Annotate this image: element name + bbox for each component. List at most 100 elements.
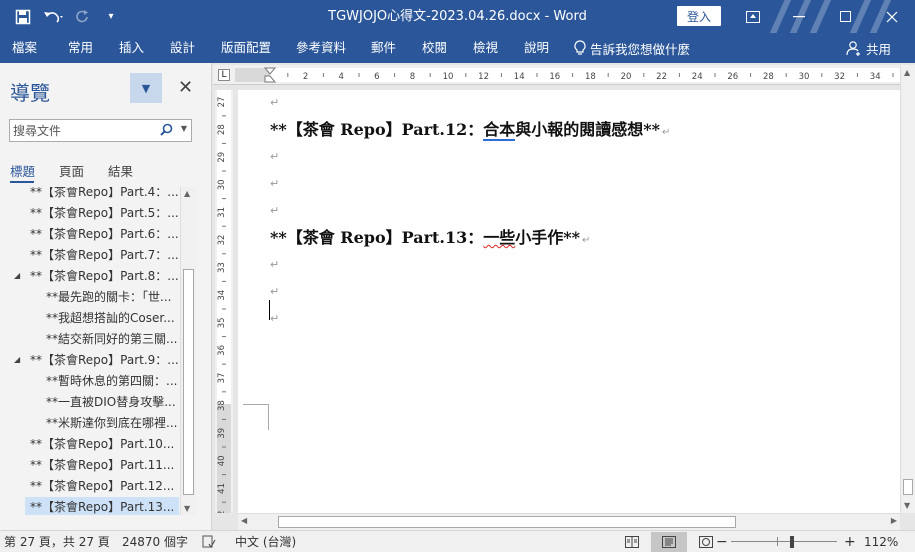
maximize-icon[interactable] (822, 0, 868, 33)
nav-heading-item[interactable]: **【茶會Repo】Part.11... (0, 455, 180, 475)
document-page[interactable]: ↵ **【茶會 Repo】Part.12：合本與小報的閱讀感想** ↵ ↵ ↵ ↵… (238, 90, 900, 513)
ruler-label: 24 (692, 72, 703, 82)
nav-heading-item[interactable]: **最先跑的關卡：「世... (0, 287, 180, 307)
nav-heading-label: **我超想搭訕的Coser... (46, 311, 175, 325)
nav-search-input[interactable]: 搜尋文件 ▼ (9, 119, 192, 142)
read-mode-icon[interactable] (614, 532, 650, 552)
heading-13-prefix: **【茶會 Repo】Part.13： (270, 228, 484, 247)
heading-part-13[interactable]: **【茶會 Repo】Part.13：一些小手作** ↵ (270, 224, 590, 248)
ruler-label: 33 (217, 262, 227, 273)
nav-tab-results[interactable]: 結果 (108, 161, 133, 180)
scroll-left-icon[interactable]: ◀ (241, 516, 247, 525)
scroll-right-icon[interactable]: ▶ (891, 516, 897, 525)
ruler-label: 16 (549, 72, 560, 82)
nav-tab-pages[interactable]: 頁面 (59, 161, 84, 180)
ruler-label: 39 (217, 428, 227, 439)
tab-layout[interactable]: 版面配置 (221, 33, 271, 63)
nav-heading-item[interactable]: ◢ **【茶會Repo】Part.9：... (0, 350, 180, 370)
nav-options-dropdown[interactable]: ▼ (130, 73, 162, 103)
horizontal-ruler[interactable]: L 2 4 6 8 10 12 14 16 18 20 22 24 26 28 30 32 34 (213, 65, 900, 85)
nav-heading-label: **最先跑的關卡：「世... (46, 290, 172, 304)
tell-me-search[interactable]: 告訴我您想做什麼 (574, 33, 690, 63)
page-count[interactable]: 第 27 頁，共 27 頁 (4, 531, 110, 552)
expand-triangle-icon[interactable]: ◢ (14, 350, 20, 370)
heading-part-12[interactable]: **【茶會 Repo】Part.12：合本與小報的閱讀感想** ↵ (270, 116, 670, 141)
scroll-up-icon[interactable]: ▲ (184, 189, 190, 198)
nav-tab-headings[interactable]: 標題 (10, 161, 35, 180)
ribbon-tabs: 檔案 常用 插入 設計 版面配置 參考資料 郵件 校閱 檢視 說明 告訴我您想做… (0, 33, 915, 63)
tab-view[interactable]: 檢視 (473, 33, 498, 63)
tab-help[interactable]: 說明 (524, 33, 549, 63)
tab-design[interactable]: 設計 (170, 33, 195, 63)
nav-scroll-thumb[interactable] (183, 269, 194, 495)
nav-heading-item[interactable]: **【茶會Repo】Part.13... (25, 497, 179, 515)
proofing-icon[interactable] (202, 531, 216, 552)
ruler-label: 26 (727, 72, 738, 82)
document-vertical-scrollbar[interactable]: ▲ ▼ (900, 65, 915, 513)
close-icon[interactable] (869, 0, 915, 33)
nav-heading-item[interactable]: **【茶會Repo】Part.7：... (0, 245, 180, 265)
undo-icon[interactable] (38, 4, 68, 30)
nav-heading-item[interactable]: **【茶會Repo】Part.10... (0, 434, 180, 454)
word-count[interactable]: 24870 個字 (122, 531, 188, 552)
zoom-out-button[interactable]: − (716, 531, 728, 552)
nav-heading-item[interactable]: **【茶會Repo】Part.6：... (0, 224, 180, 244)
ruler-label: 37 (217, 373, 227, 384)
nav-heading-item[interactable]: **暫時休息的第四關：... (0, 371, 180, 391)
heading-13-rest: 小手作** (515, 228, 581, 247)
paragraph-mark: ↵ (582, 235, 591, 246)
vertical-ruler[interactable]: 27 28 29 30 31 32 33 34 35 36 37 38 39 40 41 42 (215, 90, 233, 513)
redo-icon[interactable] (70, 4, 96, 30)
nav-heading-label: **【茶會Repo】Part.8：... (30, 269, 179, 283)
language-indicator[interactable]: 中文 (台灣) (235, 531, 296, 552)
ruler-label: 12 (478, 72, 489, 82)
paragraph-mark: ↵ (270, 96, 280, 109)
nav-heading-item[interactable]: **我超想搭訕的Coser... (0, 308, 180, 328)
nav-scrollbar[interactable]: ▲ ▼ (180, 187, 196, 515)
nav-heading-item[interactable]: **一直被DIO替身攻擊... (0, 392, 180, 412)
nav-close-icon[interactable]: ✕ (178, 77, 193, 98)
search-options-icon[interactable]: ▼ (181, 124, 187, 133)
ruler-label: 6 (374, 72, 379, 82)
crop-mark (243, 404, 269, 405)
ruler-label: 36 (217, 345, 227, 356)
ruler-label: 18 (585, 72, 596, 82)
zoom-in-button[interactable]: + (844, 531, 856, 552)
minimize-icon[interactable] (776, 0, 822, 33)
nav-heading-label: **【茶會Repo】Part.12... (30, 479, 175, 493)
customize-qat-icon[interactable]: ▾ (98, 4, 124, 30)
nav-heading-label: **結交新同好的第三關... (46, 332, 178, 346)
print-layout-icon[interactable] (651, 532, 687, 552)
ribbon-display-options-icon[interactable] (730, 0, 776, 33)
nav-heading-item[interactable]: **米斯達你到底在哪裡... (0, 413, 180, 433)
tab-file[interactable]: 檔案 (12, 33, 37, 63)
nav-heading-item[interactable]: **【茶會Repo】Part.5：... (0, 203, 180, 223)
zoom-slider[interactable] (731, 541, 837, 542)
tab-home[interactable]: 常用 (68, 33, 93, 63)
scroll-up-icon[interactable]: ▲ (904, 68, 910, 77)
zoom-level[interactable]: 112% (864, 531, 898, 552)
login-button[interactable]: 登入 (677, 6, 721, 26)
nav-heading-item[interactable]: **【茶會Repo】Part.4：... (0, 187, 180, 202)
doc-scroll-thumb[interactable] (903, 479, 913, 495)
ruler-label: 29 (217, 152, 227, 163)
ruler-label: 10 (443, 72, 454, 82)
search-icon[interactable] (160, 123, 173, 140)
zoom-slider-thumb[interactable] (790, 536, 794, 548)
save-icon[interactable] (10, 4, 36, 30)
document-horizontal-scrollbar[interactable]: ◀ ▶ (238, 513, 900, 530)
tab-review[interactable]: 校閱 (422, 33, 447, 63)
nav-heading-item[interactable]: **【茶會Repo】Part.12... (0, 476, 180, 496)
doc-hscroll-thumb[interactable] (278, 516, 736, 528)
paragraph-mark: ↵ (270, 312, 280, 325)
tab-references[interactable]: 參考資料 (296, 33, 346, 63)
expand-triangle-icon[interactable]: ◢ (14, 266, 20, 286)
scroll-down-icon[interactable]: ▼ (184, 504, 190, 513)
nav-heading-item[interactable]: **結交新同好的第三關... (0, 329, 180, 349)
nav-heading-label: **【茶會Repo】Part.5：... (30, 206, 179, 220)
scroll-down-icon[interactable]: ▼ (904, 501, 910, 510)
share-button[interactable]: 共用 (846, 33, 891, 63)
nav-heading-item[interactable]: ◢ **【茶會Repo】Part.8：... (0, 266, 180, 286)
tab-insert[interactable]: 插入 (119, 33, 144, 63)
tab-mailings[interactable]: 郵件 (371, 33, 396, 63)
